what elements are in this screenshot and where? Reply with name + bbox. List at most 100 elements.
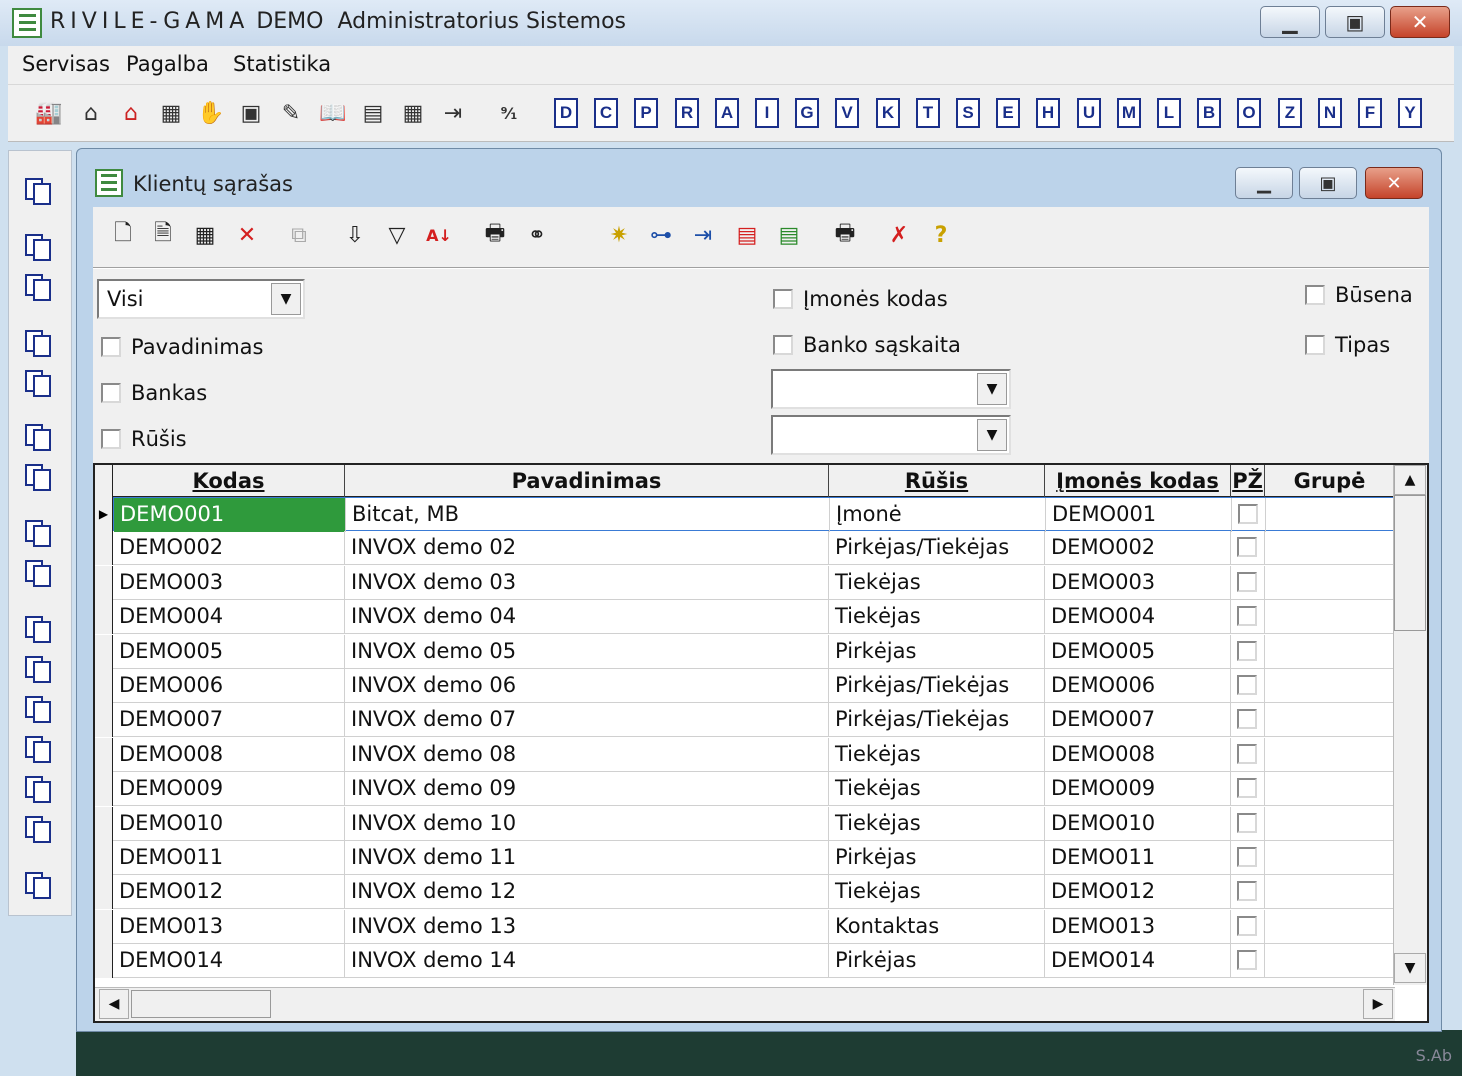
table-row[interactable]: DEMO007 INVOX demo 07 Pirkėjas/Tiekėjas DEM… <box>113 703 1395 737</box>
filter-icon[interactable]: ▽ <box>381 219 413 251</box>
document-icon[interactable] <box>23 461 55 493</box>
cell-grupe[interactable] <box>1265 807 1395 841</box>
row-indicator[interactable] <box>95 772 113 806</box>
row-indicator[interactable] <box>95 875 113 909</box>
document-icon[interactable] <box>23 869 55 901</box>
checkbox-tipas[interactable] <box>1305 335 1325 355</box>
factory-icon[interactable]: 🏭 <box>34 98 64 128</box>
cell-grupe[interactable] <box>1265 944 1395 978</box>
chevron-down-icon[interactable]: ▼ <box>977 419 1007 451</box>
cell-pavadinimas[interactable]: INVOX demo 09 <box>345 772 829 806</box>
pz-checkbox[interactable] <box>1237 537 1257 557</box>
letter-button-u[interactable]: U <box>1077 98 1101 128</box>
cell-kodas[interactable]: DEMO004 <box>113 600 345 634</box>
table-row[interactable]: DEMO013 INVOX demo 13 Kontaktas DEMO013 <box>113 910 1395 944</box>
cell-imones-kodas[interactable]: DEMO007 <box>1045 703 1231 737</box>
cell-pavadinimas[interactable]: INVOX demo 05 <box>345 635 829 669</box>
document-icon[interactable] <box>23 813 55 845</box>
checkbox-imones-kodas[interactable] <box>773 289 793 309</box>
vertical-scroll-thumb[interactable] <box>1394 495 1426 631</box>
horizontal-scrollbar[interactable]: ◀ ▶ <box>95 987 1395 1021</box>
grid-edit-icon[interactable]: ▦ <box>189 219 221 251</box>
export-icon[interactable]: ⇩ <box>339 219 371 251</box>
import-icon[interactable]: ⇥ <box>687 219 719 251</box>
cell-grupe[interactable] <box>1266 498 1395 532</box>
pz-checkbox[interactable] <box>1237 916 1257 936</box>
cell-imones-kodas[interactable]: DEMO013 <box>1045 910 1231 944</box>
cell-imones-kodas[interactable]: DEMO011 <box>1045 841 1231 875</box>
table-row[interactable]: DEMO005 INVOX demo 05 Pirkėjas DEMO005 <box>113 635 1395 669</box>
cell-kodas[interactable]: DEMO012 <box>113 875 345 909</box>
letter-button-s[interactable]: S <box>956 98 980 128</box>
cell-grupe[interactable] <box>1265 635 1395 669</box>
cell-pavadinimas[interactable]: INVOX demo 06 <box>345 669 829 703</box>
checkbox-banko-saskaita[interactable] <box>773 335 793 355</box>
cell-kodas[interactable]: DEMO002 <box>113 531 345 565</box>
letter-button-d[interactable]: D <box>554 98 578 128</box>
letter-button-y[interactable]: Y <box>1398 98 1422 128</box>
copy-icon[interactable]: ⧉ <box>283 219 315 251</box>
column-header-pz[interactable]: PŽ <box>1231 465 1265 497</box>
cell-rusis[interactable]: Kontaktas <box>829 910 1045 944</box>
scroll-right-button[interactable]: ▶ <box>1363 989 1393 1019</box>
cell-rusis[interactable]: Įmonė <box>830 498 1046 532</box>
tree-icon[interactable]: ⊶ <box>645 219 677 251</box>
row-indicator[interactable] <box>95 944 113 978</box>
find-binoculars-icon[interactable]: ⚭ <box>521 219 553 251</box>
cell-grupe[interactable] <box>1265 875 1395 909</box>
table-row[interactable]: DEMO014 INVOX demo 14 Pirkėjas DEMO014 <box>113 944 1395 978</box>
cell-grupe[interactable] <box>1265 600 1395 634</box>
cell-rusis[interactable]: Pirkėjas/Tiekėjas <box>829 669 1045 703</box>
print-icon[interactable]: 🖶 <box>479 219 511 251</box>
letter-button-r[interactable]: R <box>675 98 699 128</box>
row-indicator[interactable] <box>95 910 113 944</box>
cell-grupe[interactable] <box>1265 738 1395 772</box>
child-close-button[interactable]: ✕ <box>1365 167 1423 199</box>
row-indicator[interactable] <box>95 531 113 565</box>
cell-pavadinimas[interactable]: INVOX demo 12 <box>345 875 829 909</box>
letter-button-t[interactable]: T <box>916 98 940 128</box>
cell-rusis[interactable]: Tiekėjas <box>829 772 1045 806</box>
menu-statistika[interactable]: Statistika <box>233 52 331 76</box>
horizontal-scroll-thumb[interactable] <box>131 990 271 1018</box>
column-header-kodas[interactable]: Kodas <box>113 465 345 497</box>
print-list-icon[interactable]: 🖶 <box>829 219 861 251</box>
delete-icon[interactable]: ✕ <box>231 219 263 251</box>
close-button[interactable]: ✕ <box>1390 6 1450 38</box>
table-row[interactable]: DEMO002 INVOX demo 02 Pirkėjas/Tiekėjas DEM… <box>113 531 1395 565</box>
chevron-down-icon[interactable]: ▼ <box>271 283 301 315</box>
letter-button-e[interactable]: E <box>996 98 1020 128</box>
pz-checkbox[interactable] <box>1237 606 1257 626</box>
document-icon[interactable] <box>23 653 55 685</box>
cell-pavadinimas[interactable]: INVOX demo 03 <box>345 566 829 600</box>
pz-checkbox[interactable] <box>1237 950 1257 970</box>
checkbox-rusis[interactable] <box>101 429 121 449</box>
letter-button-z[interactable]: Z <box>1278 98 1302 128</box>
door-exit-icon[interactable]: ⇥ <box>438 98 468 128</box>
sort-az-icon[interactable]: A↓ <box>423 219 455 251</box>
cell-pavadinimas[interactable]: INVOX demo 08 <box>345 738 829 772</box>
cell-kodas[interactable]: DEMO011 <box>113 841 345 875</box>
cell-imones-kodas[interactable]: DEMO014 <box>1045 944 1231 978</box>
cell-kodas[interactable]: DEMO003 <box>113 566 345 600</box>
cell-kodas[interactable]: DEMO007 <box>113 703 345 737</box>
truck-icon[interactable]: ▣ <box>236 98 266 128</box>
cell-kodas[interactable]: DEMO009 <box>113 772 345 806</box>
cell-rusis[interactable]: Pirkėjas <box>829 841 1045 875</box>
pz-checkbox[interactable] <box>1237 709 1257 729</box>
cell-imones-kodas[interactable]: DEMO006 <box>1045 669 1231 703</box>
cell-grupe[interactable] <box>1265 910 1395 944</box>
pz-checkbox[interactable] <box>1237 641 1257 661</box>
cell-kodas[interactable]: DEMO010 <box>113 807 345 841</box>
letter-button-m[interactable]: M <box>1117 98 1141 128</box>
cell-kodas[interactable]: DEMO001 <box>114 498 346 532</box>
cell-pavadinimas[interactable]: INVOX demo 07 <box>345 703 829 737</box>
pz-checkbox[interactable] <box>1237 847 1257 867</box>
column-header-imones-kodas[interactable]: Įmonės kodas <box>1045 465 1231 497</box>
document-icon[interactable] <box>23 327 55 359</box>
row-indicator[interactable] <box>95 566 113 600</box>
table-row[interactable]: DEMO010 INVOX demo 10 Tiekėjas DEMO010 <box>113 807 1395 841</box>
table-row[interactable]: DEMO006 INVOX demo 06 Pirkėjas/Tiekėjas DEM… <box>113 669 1395 703</box>
new-document-icon[interactable]: 🗋 <box>107 219 139 251</box>
pz-checkbox[interactable] <box>1237 572 1257 592</box>
